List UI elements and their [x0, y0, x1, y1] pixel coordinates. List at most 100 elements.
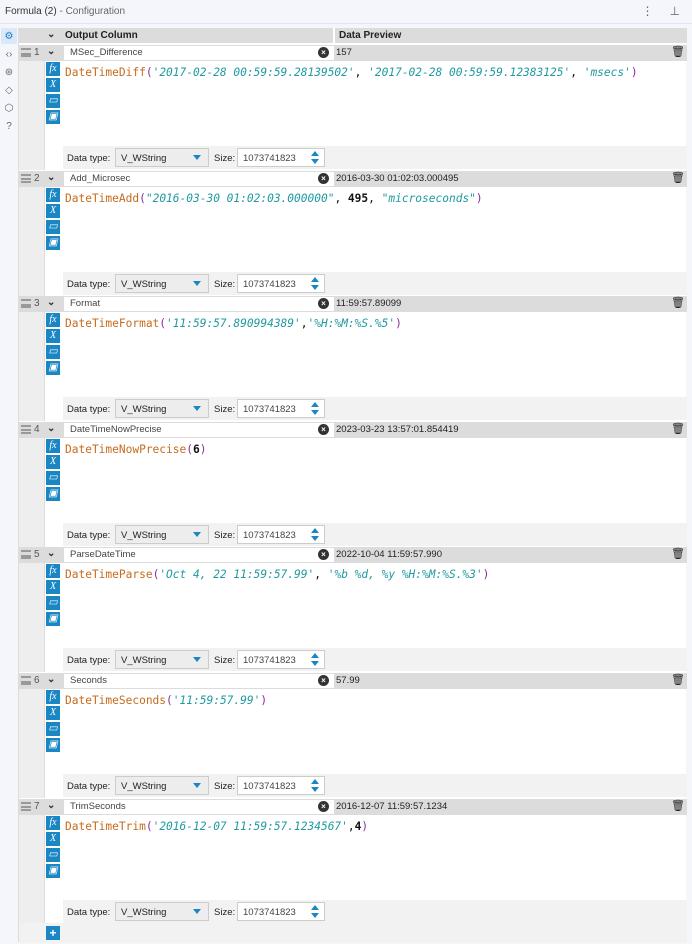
collapse-all-chevron-icon[interactable]: ⌄ — [47, 29, 55, 40]
size-input[interactable]: 1073741823 — [237, 776, 325, 795]
variables-x-icon[interactable]: X — [46, 454, 60, 469]
functions-fx-icon[interactable]: fx — [46, 438, 60, 453]
functions-fx-icon[interactable]: fx — [46, 313, 60, 328]
drag-handle-icon[interactable] — [21, 173, 31, 183]
data-type-select[interactable]: V_WString — [115, 901, 209, 921]
size-input[interactable]: 1073741823 — [237, 901, 325, 921]
formula-editor[interactable]: DateTimeAdd("2016-03-30 01:02:03.000000"… — [63, 189, 687, 271]
decrement-icon[interactable] — [311, 159, 319, 164]
size-stepper[interactable] — [308, 276, 322, 291]
delete-trash-icon[interactable]: 🗑 — [671, 799, 685, 812]
drag-handle-icon[interactable] — [21, 550, 31, 560]
delete-trash-icon[interactable]: 🗑 — [671, 673, 685, 686]
drag-handle-icon[interactable] — [21, 676, 31, 685]
clear-field-icon[interactable]: × — [318, 675, 329, 686]
output-column-input[interactable]: Format — [64, 297, 334, 312]
save-icon[interactable]: ▣ — [46, 361, 60, 376]
output-column-input[interactable]: MSec_Difference — [64, 46, 334, 60]
clear-field-icon[interactable]: × — [318, 800, 329, 812]
data-type-select[interactable]: V_WString — [115, 273, 209, 293]
open-folder-icon[interactable]: ▭ — [46, 94, 60, 108]
output-column-input[interactable]: ParseDateTime — [64, 548, 334, 563]
delete-trash-icon[interactable]: 🗑 — [671, 45, 685, 58]
collapse-chevron-icon[interactable]: ⌄ — [47, 297, 55, 308]
size-stepper[interactable] — [308, 151, 322, 165]
increment-icon[interactable] — [311, 904, 319, 910]
collapse-chevron-icon[interactable]: ⌄ — [47, 423, 55, 434]
save-icon[interactable]: ▣ — [46, 110, 60, 124]
variables-x-icon[interactable]: X — [46, 329, 60, 344]
more-options-icon[interactable]: ⋮ — [642, 4, 654, 18]
formula-editor[interactable]: DateTimeTrim('2016-12-07 11:59:57.123456… — [63, 817, 687, 899]
delete-trash-icon[interactable]: 🗑 — [671, 296, 685, 309]
delete-trash-icon[interactable]: 🗑 — [671, 547, 685, 560]
functions-fx-icon[interactable]: fx — [46, 815, 60, 830]
data-type-select[interactable]: V_WString — [115, 399, 209, 419]
collapse-chevron-icon[interactable]: ⌄ — [47, 800, 55, 811]
collapse-chevron-icon[interactable]: ⌄ — [47, 46, 55, 57]
data-type-select[interactable]: V_WString — [115, 650, 209, 670]
clear-field-icon[interactable]: × — [318, 172, 329, 184]
size-stepper[interactable] — [308, 653, 322, 667]
variables-x-icon[interactable]: X — [46, 78, 60, 92]
output-column-input[interactable]: Add_Microsec — [64, 171, 334, 186]
drag-handle-icon[interactable] — [21, 299, 31, 309]
size-input[interactable]: 1073741823 — [237, 273, 325, 293]
decrement-icon[interactable] — [311, 284, 319, 290]
functions-fx-icon[interactable]: fx — [46, 564, 60, 579]
increment-icon[interactable] — [311, 653, 319, 659]
size-input[interactable]: 1073741823 — [237, 399, 325, 419]
formula-editor[interactable]: DateTimeFormat('11:59:57.890994389','%H:… — [63, 314, 687, 396]
open-folder-icon[interactable]: ▭ — [46, 722, 60, 736]
drag-handle-icon[interactable] — [21, 801, 31, 811]
code-icon[interactable]: ‹› — [1, 46, 17, 62]
open-folder-icon[interactable]: ▭ — [46, 470, 60, 485]
formula-editor[interactable]: DateTimeNowPrecise(6) — [63, 440, 687, 522]
size-input[interactable]: 1073741823 — [237, 524, 325, 544]
save-icon[interactable]: ▣ — [46, 863, 60, 878]
variables-x-icon[interactable]: X — [46, 580, 60, 595]
increment-icon[interactable] — [311, 527, 319, 533]
size-input[interactable]: 1073741823 — [237, 650, 325, 670]
increment-icon[interactable] — [311, 276, 319, 282]
formula-editor[interactable]: DateTimeParse('Oct 4, 22 11:59:57.99', '… — [63, 565, 687, 647]
collapse-chevron-icon[interactable]: ⌄ — [47, 172, 55, 183]
output-column-input[interactable]: DateTimeNowPrecise — [64, 422, 334, 437]
open-folder-icon[interactable]: ▭ — [46, 345, 60, 360]
tag-icon[interactable]: ◇ — [1, 82, 17, 98]
functions-fx-icon[interactable]: fx — [46, 62, 60, 76]
pin-icon[interactable]: ⊥ — [670, 4, 680, 18]
data-type-select[interactable]: V_WString — [115, 148, 209, 167]
delete-trash-icon[interactable]: 🗑 — [671, 171, 685, 184]
delete-trash-icon[interactable]: 🗑 — [671, 422, 685, 435]
save-icon[interactable]: ▣ — [46, 612, 60, 627]
functions-fx-icon[interactable]: fx — [46, 690, 60, 704]
output-column-input[interactable]: TrimSeconds — [64, 799, 334, 814]
clear-field-icon[interactable]: × — [318, 47, 329, 58]
configuration-gear-icon[interactable]: ⚙ — [1, 28, 17, 44]
formula-editor[interactable]: DateTimeSeconds('11:59:57.99') — [63, 691, 687, 773]
increment-icon[interactable] — [311, 779, 319, 784]
collapse-chevron-icon[interactable]: ⌄ — [47, 674, 55, 685]
data-type-select[interactable]: V_WString — [115, 776, 209, 795]
decrement-icon[interactable] — [311, 410, 319, 416]
save-icon[interactable]: ▣ — [46, 486, 60, 501]
size-stepper[interactable] — [308, 402, 322, 416]
data-type-select[interactable]: V_WString — [115, 524, 209, 544]
cube-icon[interactable]: ⬡ — [1, 100, 17, 116]
add-field-button[interactable]: + — [46, 926, 60, 940]
decrement-icon[interactable] — [311, 661, 319, 667]
increment-icon[interactable] — [311, 402, 319, 408]
formula-editor[interactable]: DateTimeDiff('2017-02-28 00:59:59.281395… — [63, 63, 687, 145]
decrement-icon[interactable] — [311, 912, 319, 918]
clear-field-icon[interactable]: × — [318, 423, 329, 435]
functions-fx-icon[interactable]: fx — [46, 187, 60, 202]
drag-handle-icon[interactable] — [21, 48, 31, 57]
save-icon[interactable]: ▣ — [46, 235, 60, 250]
variables-x-icon[interactable]: X — [46, 706, 60, 720]
decrement-icon[interactable] — [311, 787, 319, 792]
open-folder-icon[interactable]: ▭ — [46, 219, 60, 234]
decrement-icon[interactable] — [311, 535, 319, 541]
increment-icon[interactable] — [311, 151, 319, 156]
annotation-icon[interactable]: ⊛ — [1, 64, 17, 80]
